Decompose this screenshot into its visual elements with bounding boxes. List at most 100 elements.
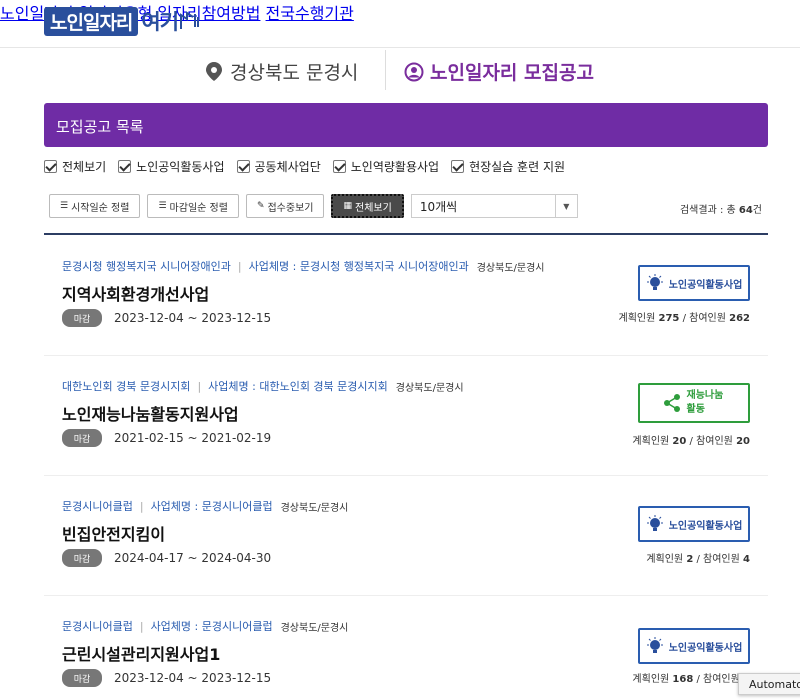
- show-all-button[interactable]: ▦전체보기: [331, 194, 403, 218]
- item-period: 마감 2024-04-17 ~ 2024-04-30: [62, 549, 271, 567]
- result-suffix: 건: [753, 205, 762, 216]
- filter-community-business[interactable]: 공동체사업단: [237, 158, 321, 175]
- status-badge: 마감: [62, 669, 102, 687]
- item-sponsor[interactable]: 사업체명 : 문경시니어클럽: [151, 498, 273, 514]
- pencil-icon: ✎: [257, 201, 265, 211]
- filter-checkboxes: 전체보기 노인공익활동사업 공동체사업단 노인역량활용사업 현장실습 훈련 지원: [44, 158, 577, 175]
- participant-counts: 계획인원 168 / 참여인원 1: [632, 670, 750, 685]
- page-size-value: 10개씩: [420, 198, 457, 215]
- joined-count: 4: [743, 554, 750, 565]
- status-badge: 마감: [62, 549, 102, 567]
- checkbox-checked[interactable]: [451, 160, 464, 173]
- job-type-tag[interactable]: 재능나눔 활동: [638, 383, 750, 423]
- item-dates: 2024-04-17 ~ 2024-04-30: [114, 551, 271, 565]
- job-type-tag[interactable]: 노인공익활동사업: [638, 506, 750, 542]
- list-item[interactable]: 대한노인회 경북 문경시지회 | 사업체명 : 대한노인회 경북 문경시지회 경상북도…: [44, 356, 768, 476]
- list-icon: ☰: [60, 201, 68, 211]
- filter-field-training[interactable]: 현장실습 훈련 지원: [451, 158, 565, 175]
- sort-by-start-button[interactable]: ☰시작일순 정렬: [49, 194, 140, 218]
- filter-label: 현장실습 훈련 지원: [469, 158, 565, 175]
- list-item[interactable]: 문경시니어클럽 | 사업체명 : 문경시니어클럽 경상북도/문경시 빈집안전지킴이 마…: [44, 476, 768, 596]
- list-top-divider: [44, 233, 768, 235]
- checkbox-checked[interactable]: [118, 160, 131, 173]
- meta-separator: |: [140, 620, 144, 633]
- job-type-label: 노인공익활동사업: [669, 517, 743, 532]
- result-prefix: 검색결과 : 총: [680, 205, 739, 216]
- joined-count: 20: [736, 436, 750, 447]
- share-icon: [662, 393, 682, 413]
- show-open-button[interactable]: ✎접수중보기: [246, 194, 325, 218]
- item-dates: 2023-12-04 ~ 2023-12-15: [114, 671, 271, 685]
- item-region: 경상북도/문경시: [396, 379, 464, 394]
- planned-count: 20: [672, 436, 686, 447]
- item-title[interactable]: 노인재능나눔활동지원사업: [62, 401, 239, 425]
- page-size-select[interactable]: 10개씩 ▼: [411, 194, 578, 218]
- checkbox-checked[interactable]: [44, 160, 57, 173]
- item-title[interactable]: 근린시설관리지원사업1: [62, 641, 220, 665]
- filter-all[interactable]: 전체보기: [44, 158, 106, 175]
- participant-counts: 계획인원 20 / 참여인원 20: [632, 432, 750, 447]
- item-title[interactable]: 지역사회환경개선사업: [62, 281, 209, 305]
- job-type-tag[interactable]: 노인공익활동사업: [638, 628, 750, 664]
- site-logo[interactable]: 노인일자리 여기: [44, 6, 205, 36]
- meta-separator: |: [238, 260, 242, 273]
- filter-capacity-utilization[interactable]: 노인역량활용사업: [333, 158, 439, 175]
- user-circle-icon: [404, 62, 424, 82]
- item-meta: 문경시청 행정복지국 시니어장애인과 | 사업체명 : 문경시청 행정복지국 시니어…: [62, 258, 545, 274]
- checkbox-checked[interactable]: [237, 160, 250, 173]
- list-item[interactable]: 문경시니어클럽 | 사업체명 : 문경시니어클럽 경상북도/문경시 근린시설관리지원사…: [44, 596, 768, 700]
- button-label: 접수중보기: [267, 199, 313, 214]
- section-title-bar: 모집공고 목록: [44, 103, 768, 147]
- logo-text-main: 노인일자리: [44, 7, 138, 36]
- logo-flag-icon: [179, 11, 205, 31]
- location-pin-icon: [204, 61, 224, 83]
- meta-separator: |: [197, 380, 201, 393]
- filter-label: 노인역량활용사업: [351, 158, 439, 175]
- planned-label: 계획인원: [632, 674, 669, 685]
- filter-label: 공동체사업단: [255, 158, 321, 175]
- lightbulb-icon: [646, 515, 664, 533]
- lightbulb-icon: [646, 274, 664, 292]
- item-meta: 대한노인회 경북 문경시지회 | 사업체명 : 대한노인회 경북 문경시지회 경상북도…: [62, 378, 464, 394]
- list-icon: ☰: [158, 201, 166, 211]
- joined-label: 참여인원: [703, 554, 740, 565]
- page-title: 노인일자리 모집공고: [404, 58, 594, 85]
- nav-agencies[interactable]: 전국수행기관: [266, 4, 354, 23]
- grid-icon: ▦: [343, 201, 352, 211]
- automation-tooltip: Automato: [738, 673, 800, 695]
- location-indicator[interactable]: 경상북도 문경시: [204, 58, 358, 85]
- planned-count: 168: [672, 674, 693, 685]
- meta-separator: |: [140, 500, 144, 513]
- lightbulb-icon: [646, 637, 664, 655]
- item-dates: 2021-02-15 ~ 2021-02-19: [114, 431, 271, 445]
- item-period: 마감 2023-12-04 ~ 2023-12-15: [62, 309, 271, 327]
- item-period: 마감 2021-02-15 ~ 2021-02-19: [62, 429, 271, 447]
- item-org[interactable]: 문경시청 행정복지국 시니어장애인과: [62, 258, 231, 274]
- item-dates: 2023-12-04 ~ 2023-12-15: [114, 311, 271, 325]
- item-org[interactable]: 문경시니어클럽: [62, 498, 133, 514]
- job-type-tag[interactable]: 노인공익활동사업: [638, 265, 750, 301]
- item-sponsor[interactable]: 사업체명 : 문경시청 행정복지국 시니어장애인과: [249, 258, 469, 274]
- participant-counts: 계획인원 275 / 참여인원 262: [619, 309, 750, 324]
- chevron-down-icon[interactable]: ▼: [555, 195, 577, 217]
- button-label: 마감일순 정렬: [170, 199, 228, 214]
- item-org[interactable]: 대한노인회 경북 문경시지회: [62, 378, 190, 394]
- button-label: 전체보기: [355, 199, 392, 214]
- filter-label: 전체보기: [62, 158, 106, 175]
- item-region: 경상북도/문경시: [281, 619, 349, 634]
- list-item[interactable]: 문경시청 행정복지국 시니어장애인과 | 사업체명 : 문경시청 행정복지국 시니어…: [44, 236, 768, 356]
- status-badge: 마감: [62, 309, 102, 327]
- button-label: 시작일순 정렬: [71, 199, 129, 214]
- planned-count: 275: [659, 313, 680, 324]
- filter-public-activity[interactable]: 노인공익활동사업: [118, 158, 224, 175]
- item-title[interactable]: 빈집안전지킴이: [62, 521, 165, 545]
- status-badge: 마감: [62, 429, 102, 447]
- checkbox-checked[interactable]: [333, 160, 346, 173]
- item-org[interactable]: 문경시니어클럽: [62, 618, 133, 634]
- item-sponsor[interactable]: 사업체명 : 문경시니어클럽: [151, 618, 273, 634]
- site-header: 노인일자리 여기 노인일자리 일자리유형 일자리참여방법 전국수행기관: [0, 0, 800, 48]
- item-region: 경상북도/문경시: [477, 259, 545, 274]
- item-region: 경상북도/문경시: [281, 499, 349, 514]
- item-sponsor[interactable]: 사업체명 : 대한노인회 경북 문경시지회: [208, 378, 388, 394]
- sort-by-end-button[interactable]: ☰ 마감일순 정렬: [147, 194, 238, 218]
